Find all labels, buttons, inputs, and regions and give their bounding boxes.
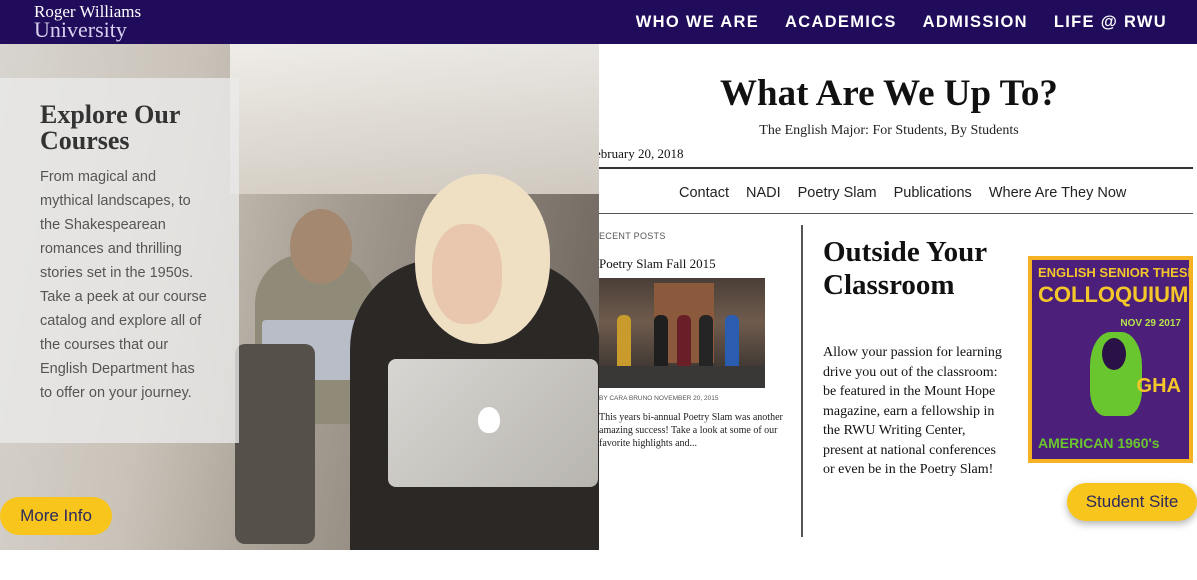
- nav-academics[interactable]: ACADEMICS: [785, 13, 897, 32]
- divider: [599, 213, 1193, 214]
- poster-room: GHA: [1136, 375, 1181, 397]
- post-date: ebruary 20, 2018: [599, 146, 684, 161]
- performer: [617, 315, 631, 370]
- menu-nadi[interactable]: NADI: [746, 185, 781, 201]
- feature-title: Outside Your Classroom: [823, 236, 987, 301]
- site-menu: Contact NADI Poetry Slam Publications Wh…: [679, 185, 1143, 201]
- site-title: What Are We Up To?: [720, 73, 1058, 114]
- background-window: [230, 44, 599, 194]
- poster-art: ENGLISH SENIOR THESIS COLLOQUIUM NOV 29 …: [1032, 260, 1189, 459]
- column-divider: [801, 225, 803, 537]
- site-tagline: The English Major: For Students, By Stud…: [759, 123, 1019, 138]
- student-site-preview: What Are We Up To? The English Major: Fo…: [599, 44, 1197, 550]
- nav-life-at-rwu[interactable]: LIFE @ RWU: [1054, 13, 1167, 32]
- poster-face-illustration: [1102, 338, 1126, 370]
- main-nav: WHO WE ARE ACADEMICS ADMISSION LIFE @ RW…: [636, 0, 1167, 44]
- nav-admission[interactable]: ADMISSION: [923, 13, 1028, 32]
- menu-where-are-they-now[interactable]: Where Are They Now: [989, 185, 1127, 201]
- student-site-button[interactable]: Student Site: [1067, 483, 1197, 521]
- performer: [654, 315, 668, 370]
- recent-posts-label: ECENT POSTS: [599, 231, 666, 241]
- student-face: [432, 224, 502, 324]
- poster-subheading: COLLOQUIUM: [1038, 282, 1189, 307]
- menu-contact[interactable]: Contact: [679, 185, 729, 201]
- apple-logo-icon: [478, 407, 500, 433]
- post-excerpt: This years bi-annual Poetry Slam was ano…: [599, 412, 783, 449]
- post-title[interactable]: Poetry Slam Fall 2015: [599, 256, 716, 272]
- explore-courses-title: Explore Our Courses: [40, 100, 180, 155]
- menu-publications[interactable]: Publications: [894, 185, 972, 201]
- performer: [725, 315, 739, 370]
- logo-line2: University: [34, 17, 127, 42]
- performer: [699, 315, 713, 370]
- nav-who-we-are[interactable]: WHO WE ARE: [636, 13, 759, 32]
- post-meta: BY CARA BRUNO NOVEMBER 20, 2015: [599, 395, 719, 402]
- explore-courses-description: From magical and mythical landscapes, to…: [40, 169, 207, 401]
- classroom-chair: [235, 344, 315, 544]
- background-student-head: [290, 209, 352, 284]
- colloquium-poster[interactable]: ENGLISH SENIOR THESIS COLLOQUIUM NOV 29 …: [1028, 256, 1193, 463]
- poster-heading: ENGLISH SENIOR THESIS: [1038, 265, 1189, 280]
- feature-text: Allow your passion for learning drive yo…: [823, 345, 1002, 477]
- post-thumbnail[interactable]: [599, 278, 765, 388]
- stage-floor: [599, 366, 765, 388]
- poster-footer: AMERICAN 1960's: [1038, 435, 1160, 451]
- top-navigation-bar: Roger Williams University WHO WE ARE ACA…: [0, 0, 1197, 44]
- menu-poetry-slam[interactable]: Poetry Slam: [798, 185, 877, 201]
- divider: [599, 167, 1193, 169]
- performer: [677, 315, 691, 370]
- rwu-logo[interactable]: Roger Williams University: [34, 3, 141, 41]
- more-info-button[interactable]: More Info: [0, 497, 112, 535]
- poster-date: NOV 29 2017: [1120, 318, 1181, 329]
